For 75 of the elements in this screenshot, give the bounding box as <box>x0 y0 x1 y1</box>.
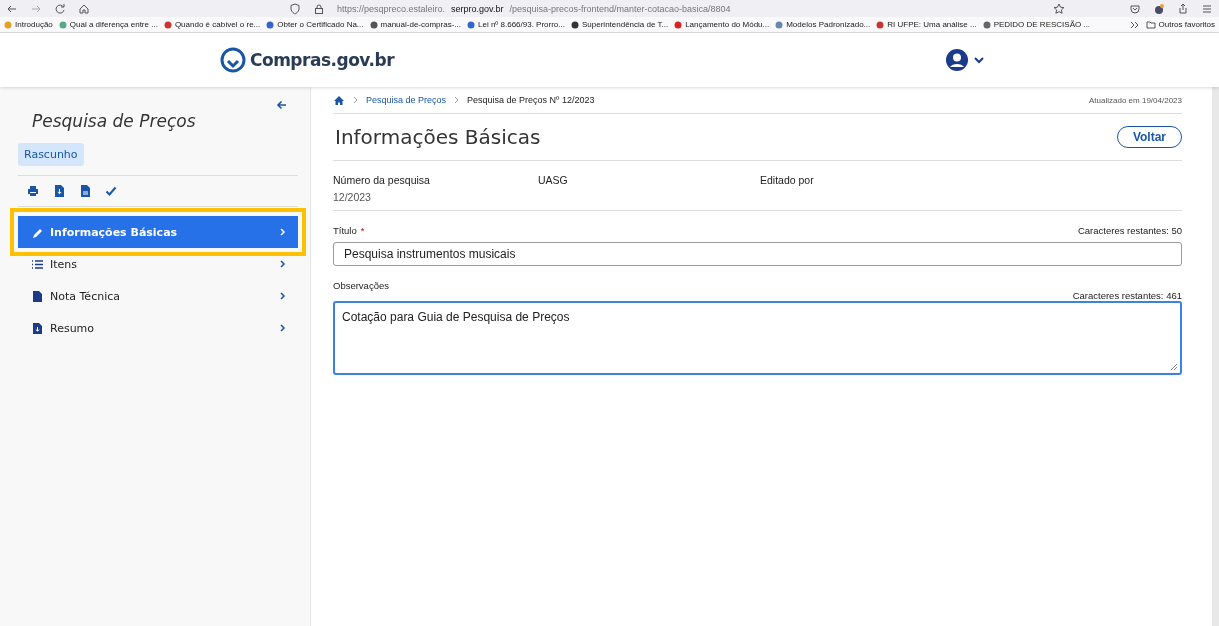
breadcrumb-link[interactable]: Pesquisa de Preços <box>366 95 447 105</box>
bookmark-star-icon[interactable] <box>1053 2 1065 15</box>
required-mark: * <box>360 225 365 236</box>
field-label: Editado por <box>760 174 815 186</box>
favicon-icon <box>58 20 67 29</box>
reload-icon[interactable] <box>54 2 66 15</box>
folder-icon <box>1145 19 1156 30</box>
chevron-right-icon <box>279 292 286 300</box>
shield-icon <box>289 2 301 15</box>
sidebar-item[interactable]: Informações Básicas <box>18 216 298 248</box>
resize-grip-icon[interactable] <box>1170 363 1178 371</box>
share-icon[interactable] <box>1177 2 1189 15</box>
check-icon[interactable] <box>105 185 117 197</box>
updated-date: Atualizado em 19/04/2023 <box>1089 95 1182 105</box>
character-counter: Caracteres restantes: 50 <box>1077 225 1182 236</box>
sidebar-item[interactable]: Resumo <box>18 312 298 344</box>
file-icon <box>31 289 44 303</box>
chevron-right-icon <box>279 260 286 268</box>
back-button[interactable]: Voltar <box>1116 126 1182 148</box>
chevron-right-icon <box>279 324 286 332</box>
field-label: Número da pesquisa <box>333 174 431 186</box>
lock-icon <box>313 2 325 15</box>
chevron-right-icon <box>454 96 460 104</box>
favicon-icon <box>369 20 378 29</box>
avatar-icon[interactable] <box>946 49 968 71</box>
arrow-left-icon[interactable] <box>276 99 288 111</box>
home-icon[interactable] <box>333 94 345 106</box>
sidebar-item[interactable]: Nota Técnica <box>18 280 298 312</box>
bookmark-link[interactable]: Modelos Padronizado... <box>775 20 871 29</box>
sidebar-title: Pesquisa de Preços <box>32 111 196 131</box>
favicon-icon <box>674 20 683 29</box>
sidebar-item[interactable]: Itens <box>18 248 298 280</box>
chevron-right-icon <box>279 228 286 236</box>
textarea-field[interactable]: Cotação para Guia de Pesquisa de Preços <box>333 301 1182 375</box>
chevrons-icon[interactable] <box>1129 19 1140 30</box>
extension-icon[interactable] <box>1153 2 1165 15</box>
field-label: Observações <box>333 280 389 291</box>
bookmark-link[interactable]: Obter o Certificado Na... <box>266 20 364 29</box>
bookmark-link[interactable]: Lançamento do Módu... <box>674 20 770 29</box>
bookmark-link[interactable]: manual-de-compras-... <box>369 20 461 29</box>
breadcrumb-current: Pesquisa de Preços Nº 12/2023 <box>467 95 595 105</box>
favicon-icon <box>775 20 784 29</box>
text-field[interactable]: Pesquisa instrumentos musicais <box>333 242 1182 266</box>
home-icon[interactable] <box>78 2 90 15</box>
bookmark-folder[interactable]: Outros favoritos <box>1145 19 1215 30</box>
bookmark-link[interactable]: Lei nº 8.666/93. Prorro... <box>467 20 565 29</box>
field-label: Título <box>333 225 357 236</box>
bookmark-link[interactable]: Qual a diferença entre ... <box>58 20 158 29</box>
pocket-icon[interactable] <box>1129 2 1141 15</box>
logo-icon <box>220 47 246 73</box>
bookmark-link[interactable]: PEDIDO DE RESCISÃO ... <box>982 20 1091 29</box>
site-logo-text[interactable]: Compras.gov.br <box>250 50 395 70</box>
file-download-icon <box>31 321 44 335</box>
favicon-icon <box>982 20 991 29</box>
favicon-icon <box>163 20 172 29</box>
chevron-right-icon <box>353 96 358 104</box>
bookmark-link[interactable]: Superintendência de T... <box>571 20 669 29</box>
file-download-icon[interactable] <box>53 185 65 197</box>
bookmark-link[interactable]: RI UFPE: Uma análise ... <box>876 20 977 29</box>
field-label: UASG <box>538 174 569 186</box>
chevron-down-icon[interactable] <box>974 56 984 64</box>
favicon-icon <box>467 20 475 29</box>
favicon-icon <box>571 20 579 29</box>
status-badge: Rascunho <box>18 143 84 166</box>
favicon-icon <box>266 20 275 29</box>
list-icon <box>31 257 44 271</box>
favicon-icon <box>876 20 885 29</box>
bookmark-link[interactable]: Introdução <box>4 20 53 29</box>
character-counter: Caracteres restantes: 461 <box>1072 290 1182 301</box>
page-title: Informações Básicas <box>335 125 541 149</box>
field-value: 12/2023 <box>333 191 372 203</box>
bookmark-link[interactable]: Quando é cabível o re... <box>163 20 261 29</box>
print-icon[interactable] <box>27 185 39 197</box>
favicon-icon <box>4 20 12 29</box>
file-pdf-icon[interactable] <box>79 185 91 197</box>
